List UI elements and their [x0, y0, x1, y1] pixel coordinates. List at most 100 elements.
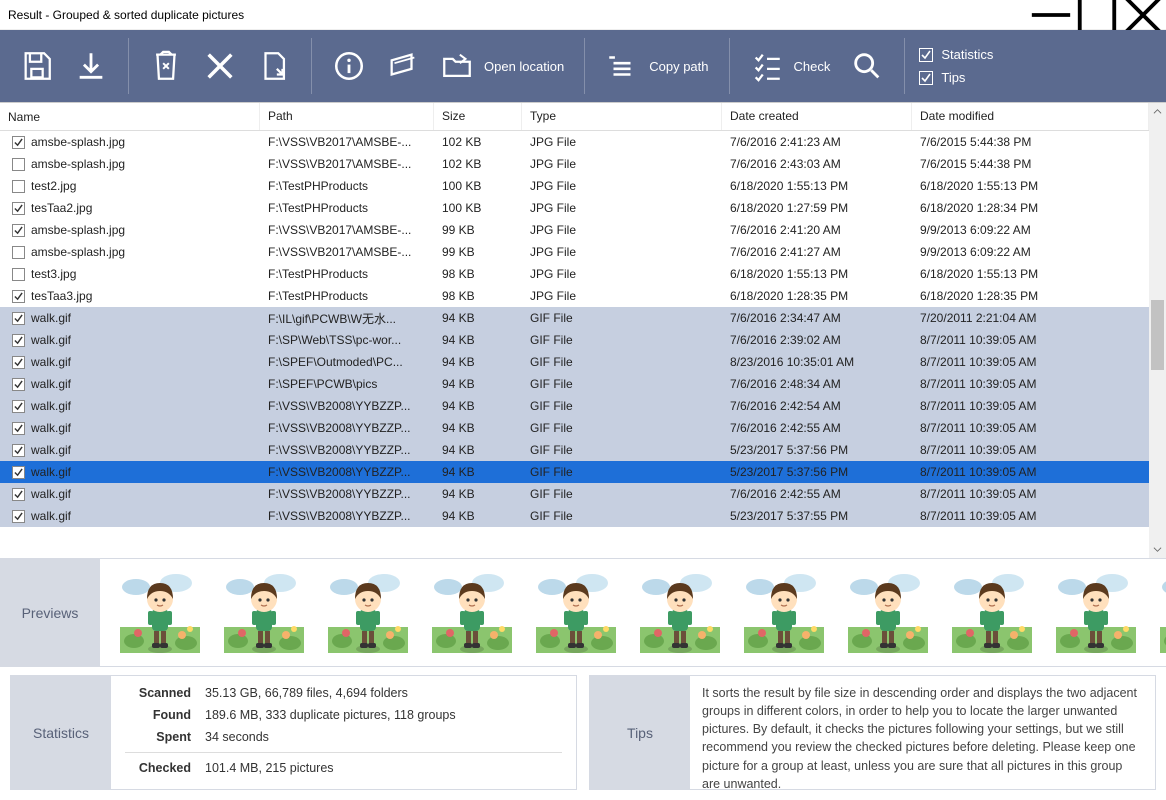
table-row[interactable]: test2.jpgF:\TestPHProducts100 KBJPG File… [0, 175, 1149, 197]
cell-type: GIF File [522, 308, 722, 328]
row-checkbox[interactable] [12, 202, 25, 215]
cell-name: walk.gif [31, 509, 71, 523]
cell-name: amsbe-splash.jpg [31, 135, 125, 149]
previews-label: Previews [0, 559, 100, 666]
row-checkbox[interactable] [12, 466, 25, 479]
cell-type: GIF File [522, 352, 722, 372]
row-checkbox[interactable] [12, 290, 25, 303]
table-row[interactable]: walk.gifF:\VSS\VB2008\YYBZZP...94 KBGIF … [0, 395, 1149, 417]
col-name[interactable]: Name [0, 103, 260, 130]
table-row[interactable]: walk.gifF:\SPEF\PCWB\pics94 KBGIF File7/… [0, 373, 1149, 395]
table-row[interactable]: walk.gifF:\VSS\VB2008\YYBZZP...94 KBGIF … [0, 417, 1149, 439]
row-checkbox[interactable] [12, 400, 25, 413]
cell-size: 100 KB [434, 198, 522, 218]
preview-thumb[interactable] [428, 569, 516, 657]
table-row[interactable]: walk.gifF:\IL\gif\PCWB\W无水...94 KBGIF Fi… [0, 307, 1149, 329]
table-row[interactable]: test3.jpgF:\TestPHProducts98 KBJPG File6… [0, 263, 1149, 285]
cell-created: 6/18/2020 1:55:13 PM [722, 264, 912, 284]
cell-created: 5/23/2017 5:37:55 PM [722, 506, 912, 526]
preview-thumb[interactable] [948, 569, 1036, 657]
cell-path: F:\VSS\VB2008\YYBZZP... [260, 506, 434, 526]
row-checkbox[interactable] [12, 378, 25, 391]
statistics-panel: Statistics Scanned35.13 GB, 66,789 files… [10, 675, 577, 790]
table-row[interactable]: tesTaa2.jpgF:\TestPHProducts100 KBJPG Fi… [0, 197, 1149, 219]
row-checkbox[interactable] [12, 224, 25, 237]
table-row[interactable]: walk.gifF:\VSS\VB2008\YYBZZP...94 KBGIF … [0, 461, 1149, 483]
col-type[interactable]: Type [522, 103, 722, 130]
row-checkbox[interactable] [12, 444, 25, 457]
close-button[interactable] [1120, 0, 1166, 30]
scroll-track[interactable] [1149, 120, 1166, 541]
table-row[interactable]: amsbe-splash.jpgF:\VSS\VB2017\AMSBE-...1… [0, 131, 1149, 153]
cell-size: 102 KB [434, 132, 522, 152]
table-row[interactable]: walk.gifF:\SPEF\Outmoded\PC...94 KBGIF F… [0, 351, 1149, 373]
col-created[interactable]: Date created [722, 103, 912, 130]
row-checkbox[interactable] [12, 356, 25, 369]
preview-thumb[interactable] [1052, 569, 1140, 657]
preview-thumb[interactable] [740, 569, 828, 657]
view-button[interactable] [376, 39, 430, 93]
stat-found-key: Found [125, 708, 191, 722]
preview-thumb[interactable] [116, 569, 204, 657]
recycle-button[interactable] [139, 39, 193, 93]
checklist-icon [750, 49, 784, 83]
cell-size: 94 KB [434, 308, 522, 328]
copy-path-button[interactable]: Copy path [595, 39, 718, 93]
table-row[interactable]: walk.gifF:\VSS\VB2008\YYBZZP...94 KBGIF … [0, 483, 1149, 505]
table-row[interactable]: walk.gifF:\VSS\VB2008\YYBZZP...94 KBGIF … [0, 439, 1149, 461]
scroll-up-button[interactable] [1149, 103, 1166, 120]
row-checkbox[interactable] [12, 312, 25, 325]
open-location-button[interactable]: Open location [430, 39, 574, 93]
preview-thumb[interactable] [220, 569, 308, 657]
stat-checked-value: 101.4 MB, 215 pictures [205, 761, 334, 775]
tips-toggle[interactable]: Tips [919, 70, 993, 85]
table-row[interactable]: walk.gifF:\SP\Web\TSS\pc-wor...94 KBGIF … [0, 329, 1149, 351]
preview-thumb[interactable] [636, 569, 724, 657]
row-checkbox[interactable] [12, 158, 25, 171]
row-checkbox[interactable] [12, 180, 25, 193]
cell-modified: 6/18/2020 1:28:34 PM [912, 198, 1149, 218]
cell-size: 94 KB [434, 352, 522, 372]
save-button[interactable] [10, 39, 64, 93]
cell-name: tesTaa3.jpg [31, 289, 92, 303]
col-size[interactable]: Size [434, 103, 522, 130]
table-row[interactable]: walk.gif F:\VSS\VB2008\YYBZZP...94 KBGIF … [0, 505, 1149, 527]
move-button[interactable] [247, 39, 301, 93]
table-row[interactable]: tesTaa3.jpgF:\TestPHProducts98 KBJPG Fil… [0, 285, 1149, 307]
row-checkbox[interactable] [12, 510, 25, 523]
cell-size: 98 KB [434, 286, 522, 306]
preview-thumb[interactable] [844, 569, 932, 657]
search-button[interactable] [840, 39, 894, 93]
row-checkbox[interactable] [12, 422, 25, 435]
table-row[interactable]: amsbe-splash.jpgF:\VSS\VB2017\AMSBE-...1… [0, 153, 1149, 175]
maximize-button[interactable] [1074, 0, 1120, 30]
col-path[interactable]: Path [260, 103, 434, 130]
info-button[interactable] [322, 39, 376, 93]
cell-path: F:\SP\Web\TSS\pc-wor... [260, 330, 434, 350]
row-checkbox[interactable] [12, 246, 25, 259]
preview-thumb[interactable] [532, 569, 620, 657]
row-checkbox[interactable] [12, 268, 25, 281]
scroll-down-button[interactable] [1149, 541, 1166, 558]
row-checkbox[interactable] [12, 136, 25, 149]
delete-button[interactable] [193, 39, 247, 93]
statistics-toggle[interactable]: Statistics [919, 47, 993, 62]
cell-size: 94 KB [434, 506, 522, 526]
cell-modified: 8/7/2011 10:39:05 AM [912, 352, 1149, 372]
preview-thumb[interactable] [324, 569, 412, 657]
row-checkbox[interactable] [12, 488, 25, 501]
export-button[interactable] [64, 39, 118, 93]
scroll-thumb[interactable] [1151, 300, 1164, 370]
table-row[interactable]: amsbe-splash.jpgF:\VSS\VB2017\AMSBE-...9… [0, 219, 1149, 241]
row-checkbox[interactable] [12, 334, 25, 347]
table-row[interactable]: amsbe-splash.jpgF:\VSS\VB2017\AMSBE-...9… [0, 241, 1149, 263]
cell-type: JPG File [522, 176, 722, 196]
minimize-button[interactable] [1028, 0, 1074, 30]
col-modified[interactable]: Date modified [912, 103, 1149, 130]
vertical-scrollbar[interactable] [1149, 103, 1166, 558]
cell-type: GIF File [522, 418, 722, 438]
cell-type: GIF File [522, 506, 722, 526]
check-button[interactable]: Check [740, 39, 841, 93]
tips-panel: Tips It sorts the result by file size in… [589, 675, 1156, 790]
preview-thumb[interactable] [1156, 569, 1166, 657]
